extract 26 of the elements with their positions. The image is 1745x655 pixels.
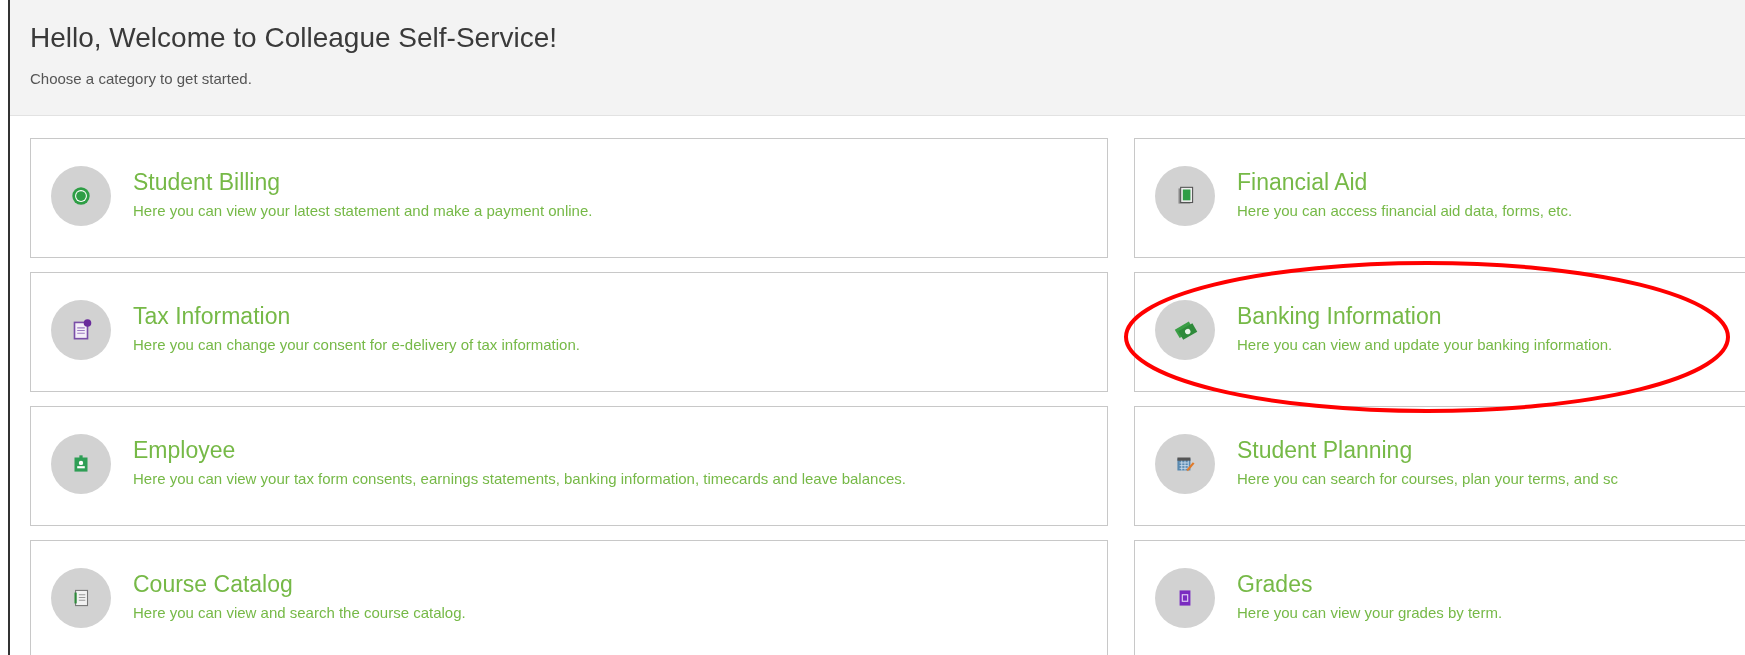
category-card[interactable]: Student Planning Here you can search for courses, plan your terms, and sc — [1134, 406, 1745, 526]
category-card[interactable]: Financial Aid Here you can access financial aid data, forms, etc. — [1134, 138, 1745, 258]
category-card[interactable]: Grades Here you can view your grades by term. — [1134, 540, 1745, 655]
category-card[interactable]: Student Billing Here you can view your latest statement and make a payment online. — [30, 138, 1108, 258]
category-description: Here you can change your consent for e-delivery of tax information. — [133, 335, 580, 355]
category-title[interactable]: Financial Aid — [1237, 168, 1573, 196]
category-title[interactable]: Student Billing — [133, 168, 593, 196]
category-description: Here you can view your latest statement and make a payment online. — [133, 201, 593, 221]
category-card[interactable]: Tax Information Here you can change your consent for e-delivery of tax information. — [30, 272, 1108, 392]
category-title[interactable]: Course Catalog — [133, 570, 466, 598]
category-description: Here you can search for courses, plan your terms, and sc — [1237, 469, 1618, 489]
category-title[interactable]: Banking Information — [1237, 302, 1613, 330]
category-description: Here you can view and search the course catalog. — [133, 603, 466, 623]
category-description: Here you can view your grades by term. — [1237, 603, 1503, 623]
page-subtitle: Choose a category to get started. — [30, 69, 253, 89]
category-title[interactable]: Tax Information — [133, 302, 580, 330]
category-description: Here you can access financial aid data, forms, etc. — [1237, 201, 1573, 221]
category-title[interactable]: Grades — [1237, 570, 1503, 598]
page-title: Hello, Welcome to Colleague Self-Service! — [30, 21, 559, 55]
category-card[interactable]: Employee Here you can view your tax form consents, earnings statements, banking information, timecards and leave balances. — [30, 406, 1108, 526]
category-description: Here you can view and update your banking information. — [1237, 335, 1613, 355]
category-description: Here you can view your tax form consents, earnings statements, banking information, timecards and leave balances. — [133, 469, 906, 489]
category-card[interactable]: Banking Information Here you can view and update your banking information. — [1134, 272, 1745, 392]
category-title[interactable]: Student Planning — [1237, 436, 1618, 464]
category-card[interactable]: Course Catalog Here you can view and search the course catalog. — [30, 540, 1108, 655]
category-title[interactable]: Employee — [133, 436, 906, 464]
